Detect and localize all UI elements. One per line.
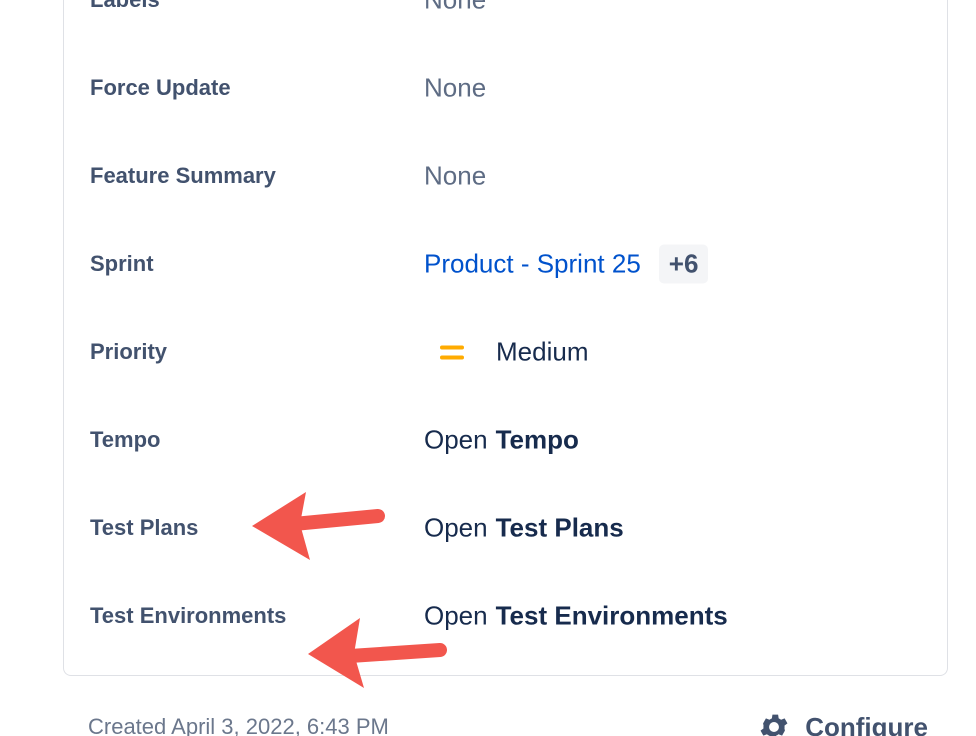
field-label-test-environments: Test Environments xyxy=(90,603,287,628)
open-prefix: Open xyxy=(424,424,488,455)
priority-text: Medium xyxy=(496,336,589,367)
field-label-tempo: Tempo xyxy=(90,427,161,452)
field-row-priority: Priority Medium xyxy=(64,308,947,396)
gear-icon xyxy=(760,714,788,736)
field-value-test-plans: Open Test Plans xyxy=(424,513,624,544)
field-value-test-environments: Open Test Environments xyxy=(424,601,728,632)
field-row-test-plans: Test Plans Open Test Plans xyxy=(64,484,947,572)
open-test-environments-link[interactable]: Test Environments xyxy=(496,601,728,632)
open-tempo-link[interactable]: Tempo xyxy=(496,425,579,456)
field-label-sprint: Sprint xyxy=(90,251,154,276)
field-value-feature-summary[interactable]: None xyxy=(424,161,486,192)
field-value-priority[interactable]: Medium xyxy=(424,337,588,368)
more-sprints-badge[interactable]: +6 xyxy=(658,244,709,284)
field-value-labels[interactable]: None xyxy=(424,0,486,16)
created-timestamp: Created April 3, 2022, 6:43 PM xyxy=(88,714,389,736)
field-row-sprint: Sprint Product - Sprint 25 +6 xyxy=(64,220,947,308)
field-label-priority: Priority xyxy=(90,339,168,364)
field-row-labels: Labels None xyxy=(64,0,947,44)
field-row-tempo: Tempo Open Tempo xyxy=(64,396,947,484)
open-prefix: Open xyxy=(424,600,488,631)
configure-label: Configure xyxy=(805,711,928,736)
priority-medium-icon xyxy=(440,344,464,360)
sprint-link[interactable]: Product - Sprint 25 xyxy=(424,249,641,280)
field-value-tempo: Open Tempo xyxy=(424,425,579,456)
field-label-test-plans: Test Plans xyxy=(90,515,199,540)
open-test-plans-link[interactable]: Test Plans xyxy=(496,513,624,544)
open-prefix: Open xyxy=(424,512,488,543)
field-value-sprint: Product - Sprint 25 +6 xyxy=(424,244,709,284)
field-label-force-update: Force Update xyxy=(90,75,231,100)
field-row-feature-summary: Feature Summary None xyxy=(64,132,947,220)
field-label-feature-summary: Feature Summary xyxy=(90,163,276,188)
details-panel: Labels None Force Update None Feature Su… xyxy=(63,0,948,676)
field-label-labels: Labels xyxy=(90,0,160,13)
field-value-force-update[interactable]: None xyxy=(424,73,486,104)
configure-button[interactable]: Configure xyxy=(757,710,928,736)
issue-details-page: Labels None Force Update None Feature Su… xyxy=(0,0,976,736)
details-footer: Created April 3, 2022, 6:43 PM Configure xyxy=(88,712,928,736)
field-row-force-update: Force Update None xyxy=(64,44,947,132)
field-row-test-environments: Test Environments Open Test Environments xyxy=(64,572,947,660)
